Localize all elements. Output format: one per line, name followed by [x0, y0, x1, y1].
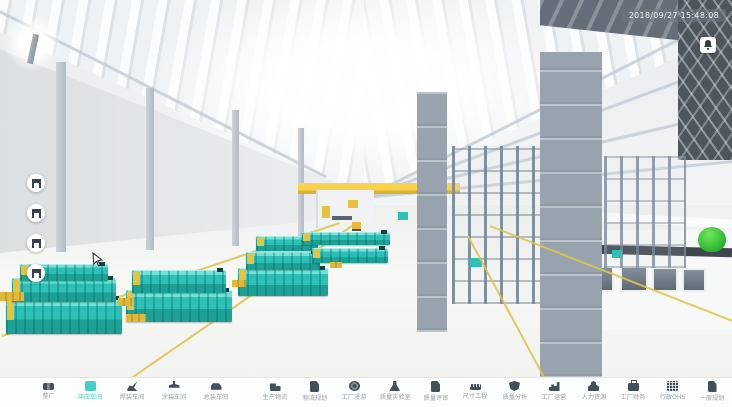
steel-column	[417, 92, 447, 332]
module-human-resources[interactable]: 人力资源	[579, 378, 609, 407]
module-label: 工厂漫游	[342, 393, 367, 401]
module-label: 质量分析	[502, 393, 527, 401]
review-doc-icon	[431, 381, 440, 392]
die-row[interactable]	[312, 248, 388, 263]
shield-icon	[509, 381, 520, 391]
machine	[612, 250, 622, 258]
right-roof-truss	[678, 0, 732, 160]
die-row[interactable]	[302, 232, 390, 245]
module-admin-ohs[interactable]: 行政OHS	[658, 378, 688, 407]
press-detail	[348, 200, 358, 208]
painting-shop-icon	[169, 381, 180, 391]
building-icon	[667, 381, 678, 391]
flask-icon	[389, 381, 400, 391]
forklift	[352, 222, 361, 229]
die-stack[interactable]	[6, 298, 122, 334]
die-stack[interactable]	[238, 268, 328, 296]
tab-label: 冲压车间	[78, 393, 103, 401]
die-stack[interactable]	[246, 252, 320, 270]
module-label: 质量实验室	[379, 393, 410, 401]
tab-label: 涂装车间	[162, 393, 187, 401]
station-button-2[interactable]	[27, 204, 45, 222]
module-label: 尺寸工程	[463, 392, 488, 400]
planning-doc-icon	[708, 381, 717, 392]
module-factory-operations[interactable]: 工厂运营	[539, 378, 569, 407]
module-factory-finance[interactable]: 工厂财务	[618, 378, 648, 407]
wall-column	[146, 88, 154, 250]
module-label: 一般规划	[700, 394, 725, 402]
tab-label: 整厂	[42, 392, 54, 400]
module-general-planning[interactable]: 一般规划	[697, 378, 727, 407]
module-label: 人力资源	[581, 393, 606, 401]
station-button-4[interactable]	[27, 264, 45, 282]
module-label: 物流规划	[302, 394, 327, 402]
yellow-pallet	[330, 262, 342, 268]
ruler-icon	[470, 384, 481, 390]
module-label: 生产物流	[263, 393, 288, 401]
machine	[398, 212, 408, 220]
yellow-pallet	[0, 292, 24, 301]
yellow-pallet	[118, 298, 134, 306]
mouse-cursor	[92, 252, 104, 267]
yellow-pallet	[126, 314, 146, 322]
document-icon	[310, 381, 319, 392]
tab-painting-shop[interactable]: 涂装车间	[154, 378, 194, 407]
bar-chart-icon	[549, 381, 560, 391]
green-marker	[698, 227, 726, 252]
die-stack[interactable]	[132, 270, 226, 293]
wall-column	[232, 110, 239, 246]
module-dimensional-engineering[interactable]: 尺寸工程	[460, 378, 490, 407]
press-machine-icon	[32, 269, 41, 278]
wall-column	[56, 62, 66, 252]
module-buttons: 生产物流 物流规划 工厂漫游 质量实验室 质量评审 尺寸工程 质量分析 工厂运	[260, 378, 727, 407]
camera-icon	[349, 381, 360, 391]
module-label: 工厂运营	[542, 393, 567, 401]
press-detail	[332, 216, 352, 220]
yellow-pallet	[232, 280, 246, 287]
module-quality-lab[interactable]: 质量实验室	[379, 378, 412, 407]
tab-label: 总装车间	[204, 393, 229, 401]
steel-column	[540, 52, 602, 378]
module-factory-tour[interactable]: 工厂漫游	[339, 378, 369, 407]
timestamp: 2018/09/27 15:48:08	[622, 9, 726, 22]
module-logistics-planning[interactable]: 物流规划	[300, 378, 330, 407]
storage-rack	[452, 146, 544, 304]
module-label: 工厂财务	[621, 393, 646, 401]
module-label: 质量评审	[423, 394, 448, 402]
bell-icon	[703, 40, 713, 51]
plant-layout-icon	[43, 383, 54, 390]
shop-tabs: 整厂 冲压车间 焊装车间 涂装车间 总装车间	[28, 378, 236, 407]
module-production-logistics[interactable]: 生产物流	[260, 378, 290, 407]
tab-stamping-shop[interactable]: 冲压车间	[70, 378, 110, 407]
press-machine-icon	[32, 209, 41, 218]
tab-label: 焊装车间	[120, 393, 145, 401]
station-button-3[interactable]	[27, 234, 45, 252]
window	[682, 268, 706, 292]
tab-welding-shop[interactable]: 焊装车间	[112, 378, 152, 407]
press-detail	[322, 206, 330, 218]
notification-button[interactable]	[700, 37, 716, 53]
assembly-shop-icon	[211, 381, 222, 391]
welding-shop-icon	[127, 381, 138, 391]
tab-whole-plant[interactable]: 整厂	[28, 378, 68, 407]
truck-icon	[270, 381, 281, 391]
module-quality-analysis[interactable]: 质量分析	[500, 378, 530, 407]
3d-factory-viewport[interactable]: 2018/09/27 15:48:08	[0, 0, 732, 378]
bottom-toolbar: 整厂 冲压车间 焊装车间 涂装车间 总装车间 生产物流 物流规划	[0, 377, 732, 407]
press-machine-icon	[32, 179, 41, 188]
window	[652, 267, 678, 292]
module-quality-review[interactable]: 质量评审	[421, 378, 451, 407]
die-stack[interactable]	[12, 278, 116, 302]
module-label: 行政OHS	[660, 393, 686, 401]
person-icon	[588, 381, 599, 391]
stamping-shop-icon	[85, 381, 96, 391]
tab-final-assembly-shop[interactable]: 总装车间	[196, 378, 236, 407]
briefcase-icon	[628, 383, 639, 391]
press-machine-icon	[32, 239, 41, 248]
station-button-1[interactable]	[27, 174, 45, 192]
